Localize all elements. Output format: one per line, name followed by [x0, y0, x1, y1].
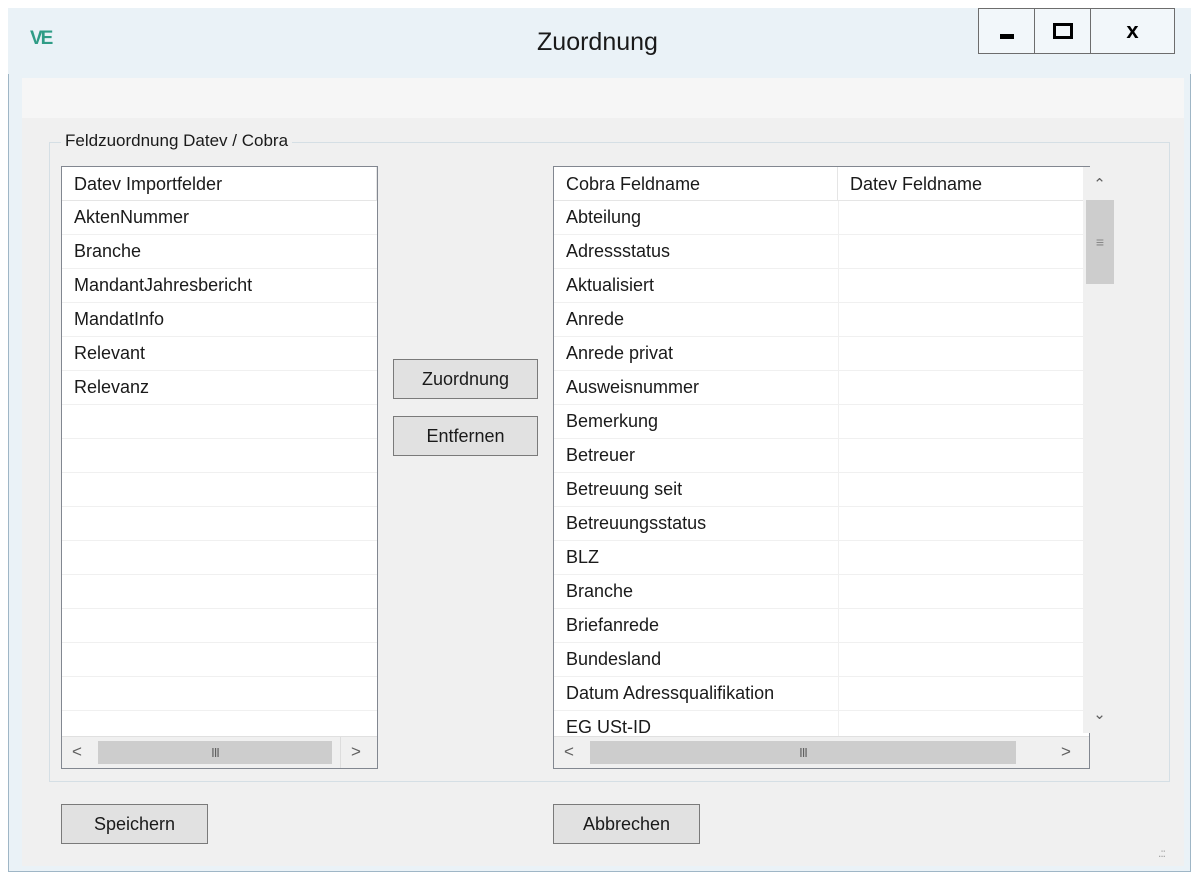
cobra-field-cell: Anrede privat	[566, 343, 674, 363]
list-item[interactable]: MandantJahresbericht	[62, 269, 377, 303]
list-item[interactable]	[62, 473, 377, 507]
cobra-field-cell: Ausweisnummer	[566, 377, 700, 397]
grip-lines-icon: ≡	[1095, 234, 1105, 250]
cobra-field-mapping-list[interactable]: Cobra Feldname Datev Feldname Abteilung A…	[553, 166, 1090, 769]
table-row[interactable]: Branche	[554, 575, 1084, 609]
chevron-left-icon[interactable]: <	[554, 737, 584, 768]
table-row[interactable]: BLZ	[554, 541, 1084, 575]
right-vscroll-thumb[interactable]: ≡	[1086, 200, 1114, 284]
table-row[interactable]: Ausweisnummer	[554, 371, 1084, 405]
right-horizontal-scrollbar[interactable]: < III >	[554, 736, 1089, 768]
save-button[interactable]: Speichern	[61, 804, 208, 844]
list-item[interactable]	[62, 439, 377, 473]
column-header-datev-importfelder[interactable]: Datev Importfelder	[62, 167, 377, 201]
cobra-field-cell: BLZ	[566, 547, 600, 567]
cobra-field-cell: Anrede	[566, 309, 625, 329]
column-header-datev-feldname[interactable]: Datev Feldname	[838, 167, 1084, 201]
table-row[interactable]: Betreuung seit	[554, 473, 1084, 507]
table-row[interactable]: Betreuungsstatus	[554, 507, 1084, 541]
chevron-down-icon[interactable]: ⌄	[1083, 700, 1116, 730]
table-row[interactable]: Bundesland	[554, 643, 1084, 677]
table-row[interactable]: Briefanrede	[554, 609, 1084, 643]
list-item[interactable]	[62, 677, 377, 711]
list-item[interactable]	[62, 541, 377, 575]
close-icon: x	[1126, 18, 1139, 43]
table-row[interactable]: Abteilung	[554, 201, 1084, 235]
grip-lines-icon: III	[799, 745, 808, 760]
chevron-right-icon[interactable]: >	[340, 737, 371, 768]
list-item[interactable]: MandatInfo	[62, 303, 377, 337]
table-row[interactable]: Anrede	[554, 303, 1084, 337]
list-item[interactable]: Relevant	[62, 337, 377, 371]
cobra-field-cell: Abteilung	[566, 207, 642, 227]
minimize-icon	[999, 33, 1014, 39]
cobra-field-cell: Betreuer	[566, 445, 636, 465]
chevron-left-icon[interactable]: <	[62, 737, 92, 768]
list-item[interactable]	[62, 575, 377, 609]
chevron-up-icon[interactable]: ⌃	[1083, 170, 1116, 200]
cobra-field-cell: Betreuungsstatus	[566, 513, 707, 533]
cobra-field-cell: Betreuung seit	[566, 479, 683, 499]
minimize-button[interactable]	[978, 8, 1035, 54]
column-header-cobra-feldname[interactable]: Cobra Feldname	[554, 167, 838, 201]
table-row[interactable]: Betreuer	[554, 439, 1084, 473]
list-item[interactable]: Branche	[62, 235, 377, 269]
cobra-field-cell: Briefanrede	[566, 615, 660, 635]
list-item[interactable]	[62, 507, 377, 541]
left-horizontal-scrollbar[interactable]: < III >	[62, 736, 377, 768]
table-row[interactable]: Bemerkung	[554, 405, 1084, 439]
table-row[interactable]: Datum Adressqualifikation	[554, 677, 1084, 711]
resize-grip-icon[interactable]: .::	[1158, 846, 1166, 860]
table-row[interactable]: Aktualisiert	[554, 269, 1084, 303]
cancel-button[interactable]: Abbrechen	[553, 804, 700, 844]
chevron-right-icon[interactable]: >	[1051, 737, 1081, 768]
assign-button[interactable]: Zuordnung	[393, 359, 538, 399]
cobra-field-cell: Datum Adressqualifikation	[566, 683, 775, 703]
close-button[interactable]: x	[1090, 8, 1175, 54]
list-item[interactable]	[62, 405, 377, 439]
list-item[interactable]: AktenNummer	[62, 201, 377, 235]
toolbar-strip	[22, 78, 1184, 118]
cobra-field-cell: Bemerkung	[566, 411, 659, 431]
maximize-button[interactable]	[1034, 8, 1091, 54]
left-scroll-thumb[interactable]: III	[98, 741, 332, 764]
right-scroll-thumb[interactable]: III	[590, 741, 1016, 764]
grip-lines-icon: III	[211, 745, 220, 760]
table-row[interactable]: Anrede privat	[554, 337, 1084, 371]
cobra-field-cell: Bundesland	[566, 649, 662, 669]
remove-button[interactable]: Entfernen	[393, 416, 538, 456]
table-row[interactable]: Adressstatus	[554, 235, 1084, 269]
group-label: Feldzuordnung Datev / Cobra	[61, 131, 293, 151]
cobra-field-cell: Branche	[566, 581, 634, 601]
cobra-field-cell: Adressstatus	[566, 241, 671, 261]
cobra-field-cell: Aktualisiert	[566, 275, 655, 295]
maximize-icon	[1052, 23, 1073, 39]
list-item[interactable]	[62, 609, 377, 643]
list-item[interactable]: Relevanz	[62, 371, 377, 405]
list-item[interactable]	[62, 643, 377, 677]
datev-import-fields-list[interactable]: Datev Importfelder AktenNummer Branche Man…	[61, 166, 378, 769]
